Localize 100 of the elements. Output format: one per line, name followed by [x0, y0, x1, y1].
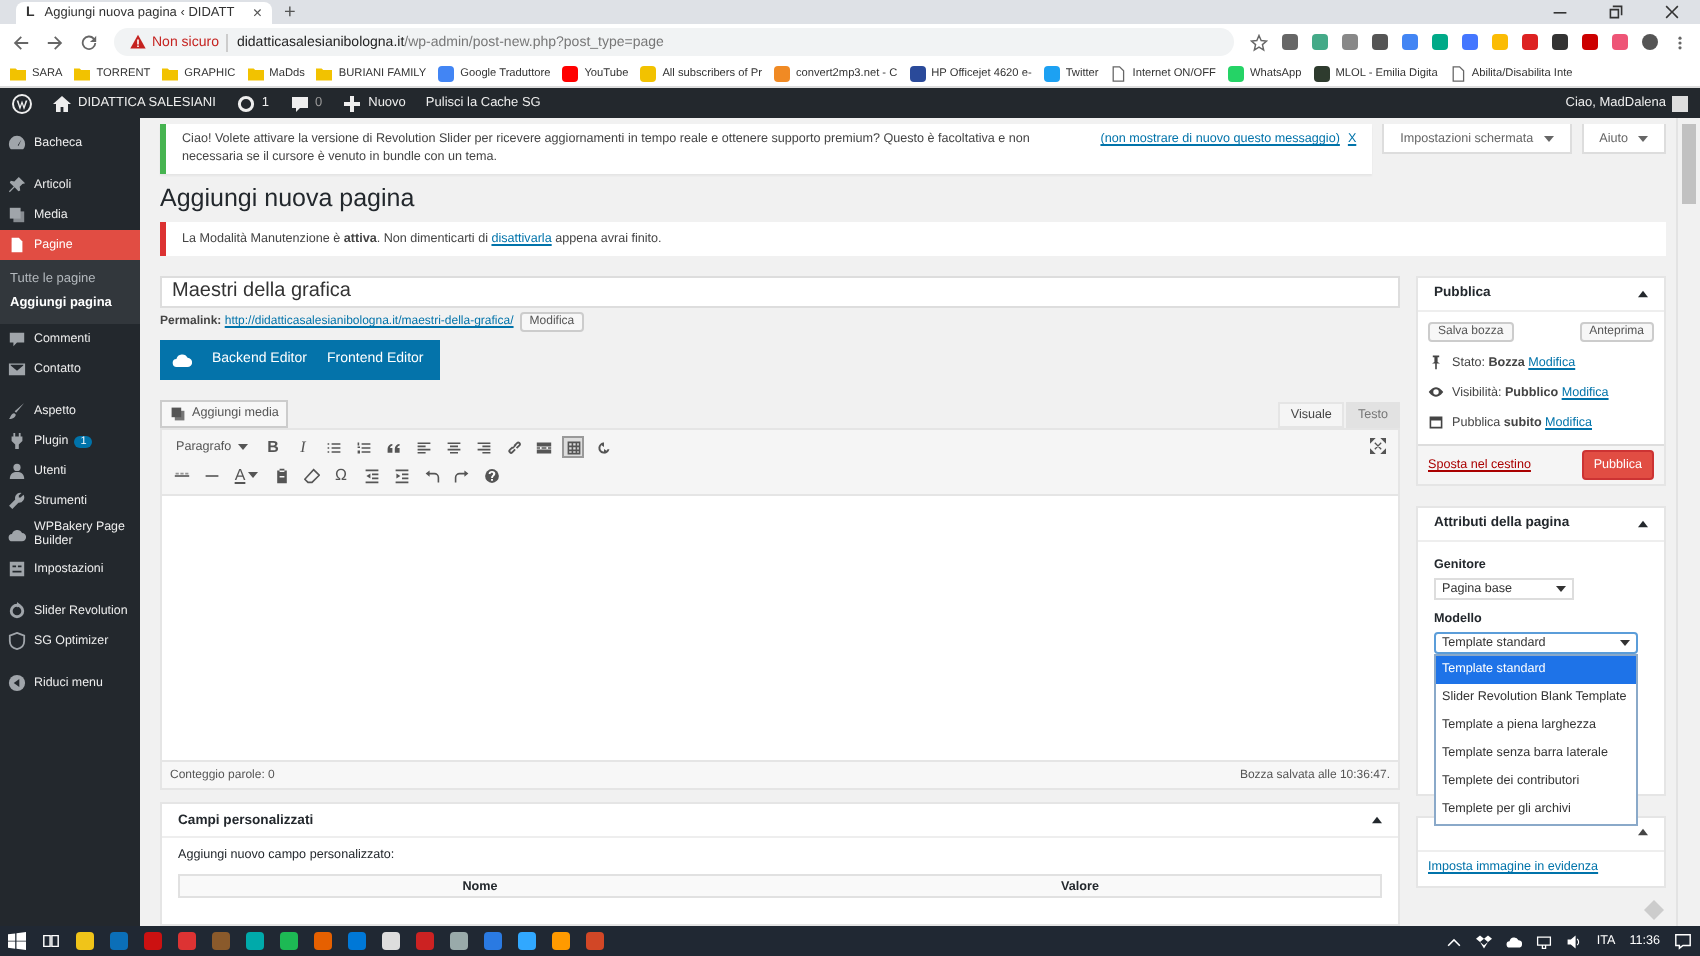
indent-icon [393, 467, 409, 484]
outdent-button[interactable] [360, 464, 382, 487]
warning-icon [130, 34, 146, 50]
align-right-icon [475, 439, 491, 456]
eye-icon [1428, 384, 1444, 401]
align-left-icon [415, 439, 431, 456]
indent-button[interactable] [390, 464, 412, 487]
fullscreen-icon [1370, 437, 1386, 454]
page-icon [8, 236, 26, 254]
grid-icon [565, 439, 581, 456]
back-icon [12, 33, 30, 51]
redo-icon [453, 467, 469, 484]
align-center-icon [445, 439, 461, 456]
page-title: Aggiungi nuova pagina [160, 183, 417, 212]
collapse-arrow-icon [1638, 519, 1648, 528]
windows-start-icon [8, 932, 26, 950]
collapse-arrow-icon [1638, 827, 1648, 836]
ring-icon [8, 601, 26, 620]
task-view-icon [42, 932, 60, 950]
align-center-button[interactable] [442, 436, 464, 459]
tray-arrow-icon [1446, 933, 1463, 949]
caret-icon [1543, 135, 1554, 141]
page-icon [1110, 65, 1127, 81]
volume-icon [1566, 933, 1583, 949]
undo-button[interactable] [420, 464, 442, 487]
folder-icon [316, 65, 333, 81]
shield-icon [8, 631, 26, 650]
caret-icon [1638, 135, 1648, 141]
align-left-button[interactable] [412, 436, 434, 459]
user-icon [8, 462, 26, 480]
comment-icon [289, 93, 309, 113]
comment-icon [8, 330, 26, 348]
folder-icon [74, 65, 91, 81]
wordpress-logo-icon [12, 93, 32, 113]
notification-icon [1674, 932, 1692, 950]
collapse-icon [8, 673, 26, 692]
reload-icon [80, 33, 98, 51]
updates-icon [235, 93, 256, 113]
profile-avatar-icon[interactable] [1642, 34, 1658, 50]
folder-icon [10, 65, 26, 81]
plus-icon [342, 93, 363, 113]
builder-logo-icon [172, 349, 192, 370]
numbered-list-icon [355, 439, 371, 456]
grid-button[interactable] [562, 436, 584, 459]
wrench-icon [8, 492, 26, 510]
restore-icon [1608, 4, 1624, 20]
title-field[interactable]: Maestri della grafica [160, 275, 1400, 308]
collapse-arrow-icon [1638, 289, 1648, 298]
special-character-button[interactable]: Ω [330, 464, 352, 487]
dashboard-icon [8, 134, 26, 152]
pin-icon [8, 176, 26, 194]
mail-icon [8, 360, 26, 378]
caret-icon [238, 444, 248, 451]
italic-button[interactable]: I [292, 436, 314, 459]
brush-icon [8, 402, 26, 420]
cloud-icon [8, 525, 26, 544]
clipboard-icon [273, 467, 289, 484]
page-icon [1449, 65, 1466, 81]
settings-icon [8, 559, 26, 578]
dropbox-icon [1476, 933, 1493, 949]
bullet-list-icon [325, 439, 341, 456]
bookmark-star-icon [1250, 33, 1268, 51]
new-tab-button[interactable]: + [284, 2, 296, 24]
link-icon [505, 439, 521, 456]
quote-icon [385, 439, 401, 456]
help-icon [483, 467, 499, 484]
caret-icon [1556, 585, 1566, 592]
read-more-button[interactable] [532, 436, 554, 459]
refresh-button[interactable] [592, 436, 614, 459]
media-icon [170, 405, 186, 422]
pin-icon [1428, 354, 1444, 371]
bold-button[interactable]: B [262, 436, 284, 459]
tab-close-button[interactable]: × [252, 4, 262, 22]
folder-icon [162, 65, 179, 81]
refresh-icon [595, 439, 611, 456]
folder-icon [247, 65, 264, 81]
scrollbar[interactable] [1676, 118, 1700, 926]
calendar-icon [1428, 414, 1444, 431]
numbered-list-button[interactable] [352, 436, 374, 459]
eraser-button[interactable] [300, 464, 322, 487]
caret-icon [1620, 639, 1630, 646]
collapse-arrow-icon [1372, 816, 1382, 824]
link-button[interactable] [502, 436, 524, 459]
undo-icon [423, 467, 439, 484]
redo-button[interactable] [450, 464, 472, 487]
outdent-icon [363, 467, 379, 484]
media-icon [8, 206, 26, 224]
avatar-icon [1672, 95, 1688, 111]
read-more-icon [535, 439, 551, 456]
eraser-icon [303, 467, 319, 484]
caret-icon [247, 472, 258, 479]
forward-icon [46, 33, 64, 51]
diamond-icon [1644, 900, 1664, 920]
close-icon [1664, 4, 1680, 20]
help-button[interactable] [480, 464, 502, 487]
align-right-button[interactable] [472, 436, 494, 459]
text-color-button[interactable]: A [230, 464, 262, 487]
home-icon [52, 93, 72, 113]
network-icon [1536, 933, 1553, 949]
cloud-icon [1506, 933, 1523, 949]
